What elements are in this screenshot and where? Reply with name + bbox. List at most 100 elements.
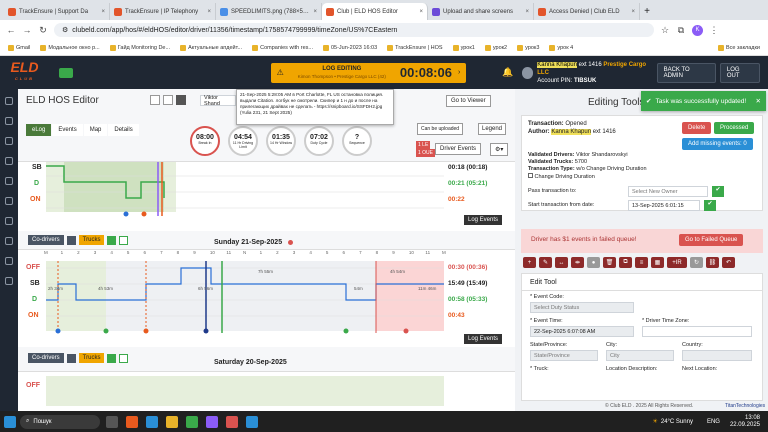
change-driving-checkbox[interactable] [528, 173, 533, 178]
settings-dropdown[interactable]: ⚙▾ [490, 143, 509, 156]
refresh-icon[interactable] [119, 353, 129, 363]
browser-tab[interactable]: TrackEnsure | Support Da × [4, 3, 110, 20]
all-bookmarks[interactable]: Все закладки [717, 44, 760, 51]
bookmark-star-icon[interactable]: ☆ [660, 25, 670, 36]
dashboard-icon[interactable] [5, 97, 13, 105]
trucks-button[interactable]: Trucks [78, 235, 105, 245]
file-explorer-icon[interactable] [166, 415, 178, 428]
trucks-button[interactable]: Trucks [78, 353, 105, 363]
browser-tab[interactable]: TrackEnsure | IP Telephony × [110, 3, 216, 20]
close-icon[interactable]: × [419, 9, 423, 15]
go-to-viewer-button[interactable]: Go to Viewer [446, 95, 491, 107]
close-icon[interactable]: × [631, 9, 635, 15]
bookmark-item[interactable]: урок2 [484, 44, 507, 51]
new-tab-button[interactable]: + [640, 3, 654, 20]
add-ir-button[interactable]: +IR [667, 257, 687, 268]
back-to-admin-button[interactable]: BACK TO ADMIN [656, 62, 716, 83]
tab-details[interactable]: Details [108, 124, 139, 136]
task-view-icon[interactable] [106, 415, 118, 428]
split-icon[interactable]: ⇹ [571, 257, 584, 268]
bookmark-item[interactable]: Гайд Monitoring De... [109, 44, 170, 51]
event-time-input[interactable]: 22-Sep-2025 6:07:08 AM [530, 326, 634, 337]
camera-icon[interactable] [58, 67, 73, 78]
refresh-icon[interactable]: ↻ [690, 257, 703, 268]
browser-tab[interactable]: Access Denied | Club ELD × [534, 3, 640, 20]
settings-icon[interactable] [5, 217, 13, 225]
country-select[interactable] [682, 350, 752, 361]
refresh-icon[interactable] [119, 235, 129, 245]
list-icon[interactable]: ≡ [635, 257, 648, 268]
info-icon[interactable] [176, 95, 186, 105]
close-icon[interactable]: × [207, 9, 211, 15]
delete-button[interactable]: Delete [682, 122, 712, 134]
grid-icon[interactable]: ▦ [651, 257, 664, 268]
clock[interactable]: 13:08 22.09.2025 [730, 415, 760, 429]
tab-elog[interactable]: eLog [26, 124, 52, 136]
can-be-uploaded-select[interactable]: Can be uploaded [417, 123, 464, 135]
select-owner-dropdown[interactable]: Select New Owner [628, 186, 708, 197]
duty-graph[interactable] [46, 259, 444, 339]
legend-select[interactable]: Legend [478, 123, 507, 135]
reload-icon[interactable]: ↻ [38, 25, 48, 36]
drivers-icon[interactable] [5, 117, 13, 125]
app-icon[interactable] [246, 415, 258, 428]
trucks-icon[interactable] [5, 137, 13, 145]
bell-icon[interactable]: 🔔 [502, 67, 513, 78]
map-icon[interactable] [5, 177, 13, 185]
browser-tab-active[interactable]: Club | ELD HOS Editor × [322, 3, 428, 20]
logout-button[interactable]: LOG OUT [719, 62, 761, 83]
extensions-icon[interactable]: ⧉ [676, 25, 686, 36]
co-drivers-button[interactable]: Co-drivers [28, 235, 64, 245]
driver-events-select[interactable]: Driver Events [435, 143, 482, 155]
url-input[interactable]: ⚙ clubeld.com/app/hos/#/eldHOS/editor/dri… [54, 23, 654, 37]
thumbs-up-icon[interactable] [107, 235, 117, 245]
confirm-owner-button[interactable]: ✔ [712, 186, 724, 197]
avatar[interactable] [521, 66, 534, 79]
link-icon[interactable] [66, 235, 76, 245]
site-info-icon[interactable]: ⚙ [62, 26, 68, 34]
start-date-input[interactable]: 13-Sep-2025 6:01:15 [628, 200, 700, 211]
forward-icon[interactable]: → [22, 25, 32, 35]
app-icon[interactable] [126, 415, 138, 428]
close-icon[interactable]: ✕ [756, 97, 761, 105]
processed-button[interactable]: Processed [714, 122, 755, 134]
browser-tab[interactable]: SPEEDLIMITS.png (788×5… × [216, 3, 322, 20]
event-marker[interactable] [123, 211, 129, 217]
event-marker[interactable] [141, 211, 147, 217]
city-input[interactable]: City [606, 350, 674, 361]
copy-icon[interactable] [150, 95, 160, 105]
bookmark-item[interactable]: Модальное окно р... [40, 44, 100, 51]
bookmark-item[interactable]: Gmail [8, 44, 30, 51]
event-marker[interactable] [143, 328, 149, 334]
duty-graph[interactable] [46, 376, 444, 406]
windows-start-icon[interactable] [4, 415, 16, 428]
add-missing-events-button[interactable]: Add missing events: 0 [682, 138, 753, 150]
bookmark-item[interactable]: TrackEnsure | HOS [387, 44, 443, 51]
link-icon[interactable] [66, 353, 76, 363]
close-icon[interactable]: × [525, 9, 529, 15]
state-select[interactable]: State/Province [530, 350, 598, 361]
app-icon[interactable] [226, 415, 238, 428]
bookmark-item[interactable]: Companies with res... [252, 44, 313, 51]
back-icon[interactable]: ← [6, 25, 16, 35]
log-events-button[interactable]: Log Events [464, 215, 503, 225]
go-to-failed-queue-button[interactable]: Go to Failed Queue [679, 234, 744, 246]
close-icon[interactable]: × [101, 9, 105, 15]
language-indicator[interactable]: ENG [707, 419, 720, 425]
app-icon[interactable] [206, 415, 218, 428]
browser-tab[interactable]: Upload and share screens × [428, 3, 534, 20]
timezone-select[interactable] [642, 326, 752, 337]
app-icon[interactable] [146, 415, 158, 428]
bookmark-item[interactable]: урок1 [452, 44, 475, 51]
add-icon[interactable]: + [523, 257, 536, 268]
bookmark-item[interactable]: Актуальные апдейт... [180, 44, 242, 51]
co-drivers-button[interactable]: Co-drivers [28, 353, 64, 363]
event-marker[interactable] [103, 328, 109, 334]
calendar-icon[interactable] [163, 95, 173, 105]
log-events-button[interactable]: Log Events [464, 334, 503, 344]
event-marker[interactable] [55, 328, 61, 334]
reports-icon[interactable] [5, 197, 13, 205]
shift-icon[interactable]: ↔ [555, 257, 568, 268]
event-marker[interactable] [203, 328, 209, 334]
bookmark-item[interactable]: урок 4 [549, 44, 573, 51]
